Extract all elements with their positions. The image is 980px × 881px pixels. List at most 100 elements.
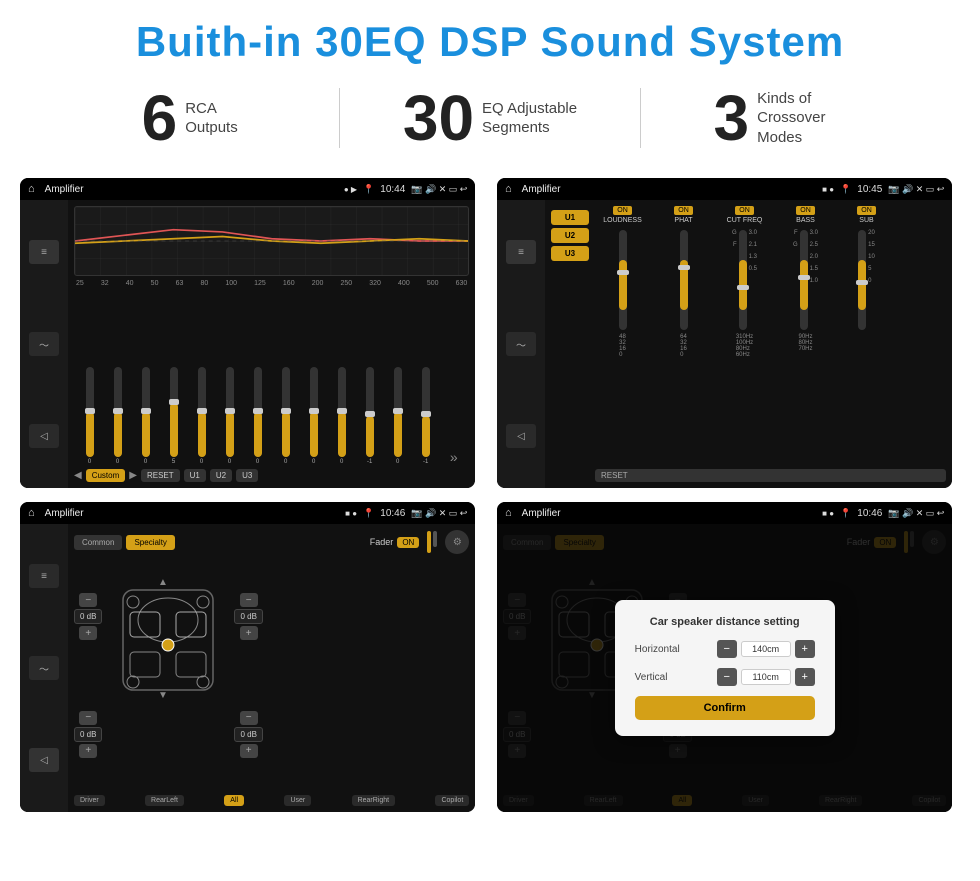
crossover-sidebar-equalizer-icon[interactable]: ≡	[506, 240, 536, 264]
dialog-title: Car speaker distance setting	[635, 616, 815, 628]
fader-user-btn[interactable]: User	[284, 795, 311, 806]
home-icon: ⌂	[28, 183, 35, 195]
eq-sidebar-wave-icon[interactable]: 〜	[29, 332, 59, 356]
fader-driver-btn[interactable]: Driver	[74, 795, 105, 806]
stat-eq-number: 30	[403, 86, 474, 150]
svg-text:▲: ▲	[159, 577, 169, 588]
phat-on-btn[interactable]: ON	[674, 206, 693, 215]
stat-rca: 6 RCA Outputs	[40, 86, 339, 150]
fader-status-bar: ⌂ Amplifier ■ ● 📍 10:46 📷 🔊 ✕ ▭ ↩	[20, 502, 475, 524]
fader-front-left-minus[interactable]: −	[79, 593, 97, 607]
eq-main: 2532405063 80100125160200 25032040050063…	[68, 200, 475, 488]
eq-sidebar: ≡ 〜 ◁	[20, 200, 68, 488]
eq-next-arrow[interactable]: ▶	[129, 470, 137, 481]
cutfreq-channel: ON CUT FREQ GF 3.02.11.30.5	[717, 206, 772, 358]
fader-all-btn[interactable]: All	[224, 795, 244, 806]
vertical-minus-btn[interactable]: −	[717, 668, 737, 686]
crossover-sidebar: ≡ 〜 ◁	[497, 200, 545, 488]
crossover-dots: ■ ●	[822, 185, 834, 194]
fader-rear-left-value: 0 dB	[74, 727, 102, 742]
horizontal-minus-btn[interactable]: −	[717, 640, 737, 658]
fader-rear-right-vol: − 0 dB +	[234, 711, 262, 758]
eq-u1-btn[interactable]: U1	[184, 469, 206, 482]
crossover-home-icon: ⌂	[505, 183, 512, 195]
eq-u2-btn[interactable]: U2	[210, 469, 232, 482]
fader-settings-icon[interactable]: ⚙	[445, 530, 469, 554]
crossover-location-icon: 📍	[840, 184, 851, 195]
fader-on-pill[interactable]: ON	[397, 537, 419, 548]
fader-location-icon: 📍	[363, 508, 374, 519]
crossover-u3-btn[interactable]: U3	[551, 246, 589, 261]
fader-rear-right-value: 0 dB	[234, 727, 262, 742]
horizontal-value: 140cm	[741, 641, 791, 657]
crossover-status-icons: 📷 🔊 ✕ ▭ ↩	[888, 184, 944, 195]
dialog-screen-card: ⌂ Amplifier ■ ● 📍 10:46 📷 🔊 ✕ ▭ ↩ Common…	[497, 502, 952, 812]
loudness-on-btn[interactable]: ON	[613, 206, 632, 215]
fader-specialty-tab[interactable]: Specialty	[126, 535, 174, 550]
dialog-status-icons: 📷 🔊 ✕ ▭ ↩	[888, 508, 944, 519]
dialog-horizontal-row: Horizontal − 140cm +	[635, 640, 815, 658]
bass-on-btn[interactable]: ON	[796, 206, 815, 215]
crossover-u2-btn[interactable]: U2	[551, 228, 589, 243]
crossover-u1-btn[interactable]: U1	[551, 210, 589, 225]
fader-front-right-minus[interactable]: −	[240, 593, 258, 607]
phat-channel: ON PHAT 6432160	[656, 206, 711, 358]
fader-top-bar: Common Specialty Fader ON ⚙	[74, 530, 469, 554]
fader-rear-left-minus[interactable]: −	[79, 711, 97, 725]
dialog-time: 10:46	[857, 508, 882, 519]
page-title: Buith-in 30EQ DSP Sound System	[0, 0, 980, 76]
stat-crossover-label: Kinds of Crossover Modes	[757, 89, 867, 148]
fader-rear-left-plus[interactable]: +	[79, 744, 97, 758]
eq-time: 10:44	[380, 184, 405, 195]
fader-rearleft-btn[interactable]: RearLeft	[145, 795, 184, 806]
fader-common-tab[interactable]: Common	[74, 535, 122, 550]
stat-eq: 30 EQ Adjustable Segments	[340, 86, 639, 150]
crossover-time: 10:45	[857, 184, 882, 195]
horizontal-plus-btn[interactable]: +	[795, 640, 815, 658]
eq-screen-title: Amplifier	[45, 184, 338, 195]
eq-prev-arrow[interactable]: ◀	[74, 470, 82, 481]
eq-reset-btn[interactable]: RESET	[141, 469, 180, 482]
crossover-reset-btn[interactable]: RESET	[595, 469, 946, 482]
eq-sliders: 0 0 0 5 0 0 0 0 0 0 -1 0 -1 »	[74, 291, 469, 465]
stat-eq-label: EQ Adjustable Segments	[482, 99, 577, 138]
fader-front-right-value: 0 dB	[234, 609, 262, 624]
fader-rear-right-minus[interactable]: −	[240, 711, 258, 725]
crossover-sidebar-wave-icon[interactable]: 〜	[506, 332, 536, 356]
fader-sidebar: ≡ 〜 ◁	[20, 524, 68, 812]
fader-front-right-plus[interactable]: +	[240, 626, 258, 640]
cutfreq-on-btn[interactable]: ON	[735, 206, 754, 215]
eq-frequency-labels: 2532405063 80100125160200 25032040050063…	[74, 280, 469, 287]
dialog-home-icon: ⌂	[505, 507, 512, 519]
eq-custom-btn[interactable]: Custom	[86, 469, 126, 482]
eq-sidebar-speaker-icon[interactable]: ◁	[29, 424, 59, 448]
vertical-plus-btn[interactable]: +	[795, 668, 815, 686]
crossover-sidebar-speaker-icon[interactable]: ◁	[506, 424, 536, 448]
fader-copilot-btn[interactable]: Copilot	[435, 795, 469, 806]
eq-dots: ● ▶	[344, 185, 357, 194]
sub-on-btn[interactable]: ON	[857, 206, 876, 215]
bass-channel: ON BASS FG 3.02.52.01.51.0	[778, 206, 833, 352]
stat-rca-label: RCA Outputs	[185, 99, 238, 138]
fader-right-volumes: − 0 dB + − 0 dB +	[234, 560, 262, 791]
fader-front-right-vol: − 0 dB +	[234, 593, 262, 640]
confirm-button[interactable]: Confirm	[635, 696, 815, 720]
eq-sidebar-equalizer-icon[interactable]: ≡	[29, 240, 59, 264]
fader-sidebar-speaker-icon[interactable]: ◁	[29, 748, 59, 772]
fader-screen-title: Amplifier	[45, 508, 340, 519]
dialog-dots: ■ ●	[822, 509, 834, 518]
crossover-main: U1 U2 U3 ON LOUDNESS	[545, 200, 952, 488]
fader-front-left-plus[interactable]: +	[79, 626, 97, 640]
fader-rearright-btn[interactable]: RearRight	[352, 795, 396, 806]
fader-front-left-value: 0 dB	[74, 609, 102, 624]
crossover-screen-card: ⌂ Amplifier ■ ● 📍 10:45 📷 🔊 ✕ ▭ ↩ ≡ 〜 ◁ …	[497, 178, 952, 488]
fader-home-icon: ⌂	[28, 507, 35, 519]
fader-sidebar-wave-icon[interactable]: 〜	[29, 656, 59, 680]
fader-sidebar-equalizer-icon[interactable]: ≡	[29, 564, 59, 588]
eq-graph	[74, 206, 469, 276]
vertical-label: Vertical	[635, 672, 695, 683]
eq-u3-btn[interactable]: U3	[236, 469, 258, 482]
fader-rear-right-plus[interactable]: +	[240, 744, 258, 758]
crossover-preset-buttons: U1 U2 U3	[551, 206, 589, 482]
fader-time: 10:46	[380, 508, 405, 519]
